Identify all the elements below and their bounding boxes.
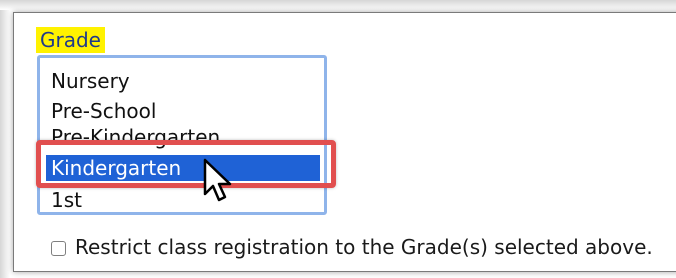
grade-label: Grade xyxy=(36,27,105,53)
mouse-pointer-icon xyxy=(203,158,232,202)
restrict-grade-checkbox[interactable] xyxy=(51,241,66,256)
grade-option-nursery[interactable]: Nursery xyxy=(51,69,130,93)
screenshot-shadow-top xyxy=(0,0,676,10)
grade-listbox[interactable]: Nursery Pre-School Pre-Kindergarten 1st … xyxy=(37,55,327,215)
screenshot-shadow-left xyxy=(0,0,10,278)
grade-option-1st[interactable]: 1st xyxy=(51,188,82,212)
grade-option-pre-school[interactable]: Pre-School xyxy=(51,99,156,123)
restrict-grade-checkbox-label[interactable]: Restrict class registration to the Grade… xyxy=(75,233,653,261)
annotation-highlight-box xyxy=(36,140,336,188)
